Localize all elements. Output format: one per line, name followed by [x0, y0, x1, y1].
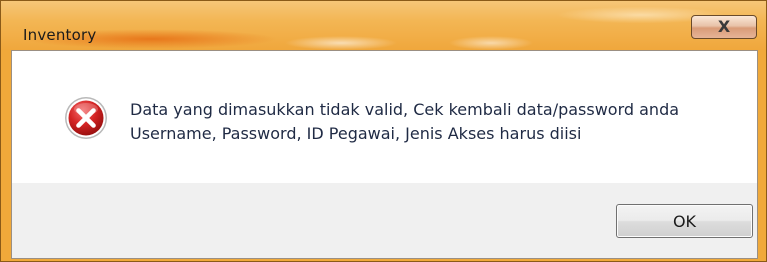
close-button[interactable]: X: [691, 15, 757, 39]
ok-button[interactable]: OK: [616, 204, 753, 238]
error-message: Data yang dimasukkan tidak valid, Cek ke…: [130, 98, 679, 146]
message-area: Data yang dimasukkan tidak valid, Cek ke…: [12, 51, 757, 183]
dialog-content: Data yang dimasukkan tidak valid, Cek ke…: [11, 50, 758, 259]
close-icon: X: [717, 17, 731, 36]
title-bar[interactable]: Inventory X: [1, 1, 766, 50]
message-line-1: Data yang dimasukkan tidak valid, Cek ke…: [130, 100, 680, 119]
message-dialog: Inventory X Data yang dimasukkan tidak v…: [0, 0, 767, 262]
message-line-2: Username, Password, ID Pegawai, Jenis Ak…: [130, 124, 582, 143]
window-title: Inventory: [23, 26, 97, 44]
error-icon: [65, 97, 107, 139]
